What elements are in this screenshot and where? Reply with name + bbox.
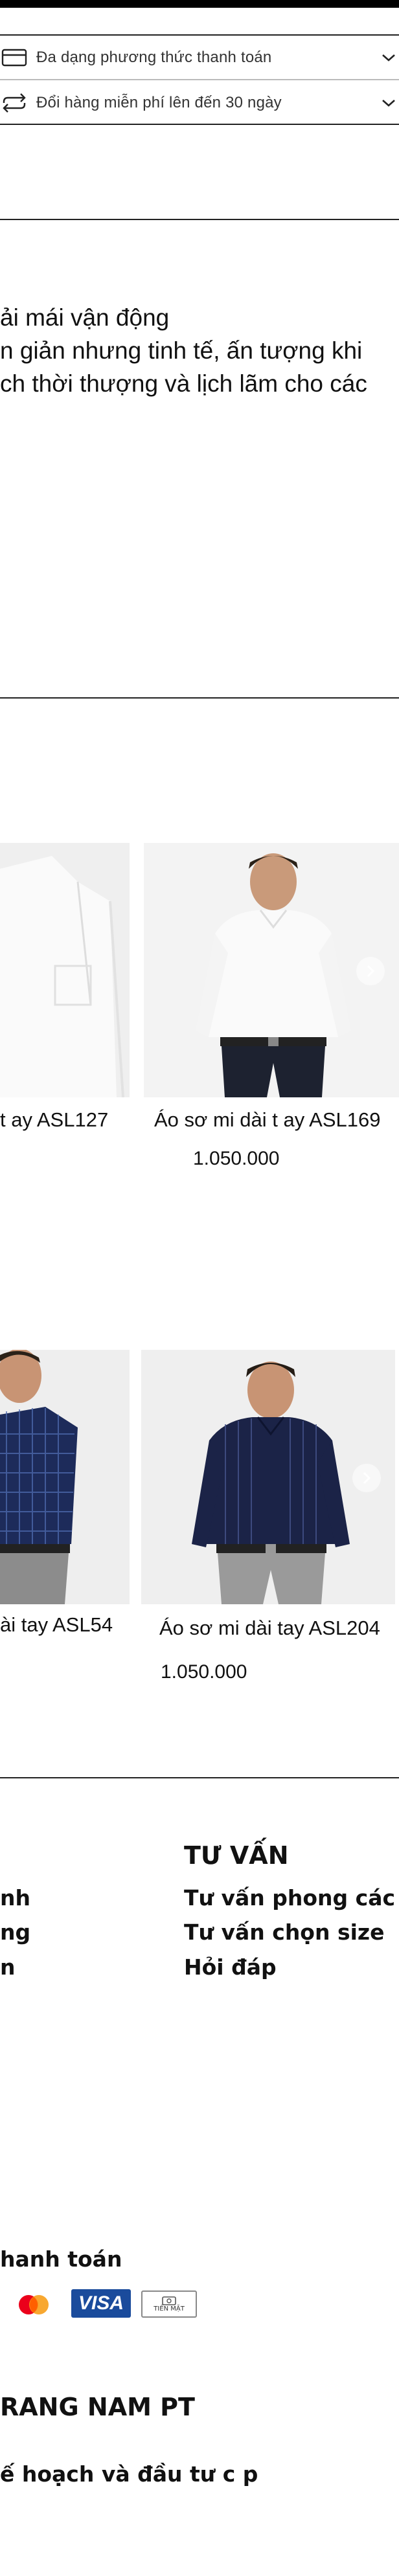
section-divider	[0, 697, 399, 699]
description-line: ch thời thượng và lịch lãm cho các	[0, 370, 367, 397]
product-image[interactable]	[141, 1350, 395, 1604]
footer-payment-heading: hanh toán	[0, 2246, 122, 2272]
chevron-down-icon[interactable]	[380, 49, 398, 67]
footer-link-style-advice[interactable]: Tư vấn phong các	[184, 1885, 395, 1910]
section-divider	[0, 219, 399, 220]
top-bar	[0, 0, 399, 8]
policy-text: Đa dạng phương thức thanh toán	[36, 49, 272, 66]
product-name[interactable]: Áo sơ mi dài tay ASL204	[159, 1617, 380, 1640]
description-line: n giản nhưng tinh tế, ấn tượng khi	[0, 337, 363, 364]
product-name[interactable]: t ay ASL127	[0, 1108, 108, 1132]
footer-link[interactable]: nh	[0, 1885, 30, 1910]
footer-link[interactable]: ng	[0, 1920, 30, 1945]
footer-link-size-advice[interactable]: Tư vấn chọn size	[184, 1920, 385, 1945]
product-name[interactable]: Áo sơ mi dài t ay ASL169	[154, 1108, 380, 1132]
cash-icon: TIỀN MẶT	[141, 2290, 197, 2318]
product-image[interactable]	[144, 843, 399, 1097]
footer-company-heading: RANG NAM PT	[0, 2393, 195, 2421]
exchange-arrows-icon	[0, 90, 28, 116]
product-image[interactable]	[0, 843, 130, 1097]
policy-divider	[0, 79, 399, 80]
policy-item-exchange[interactable]: Đổi hàng miễn phí lên đến 30 ngày	[0, 82, 399, 124]
mastercard-icon	[9, 2292, 58, 2318]
product-price: 1.050.000	[161, 1661, 247, 1683]
product-image[interactable]	[0, 1350, 130, 1604]
chevron-right-icon[interactable]	[352, 1464, 381, 1492]
footer-divider	[0, 1777, 399, 1778]
footer-link-faq[interactable]: Hỏi đáp	[184, 1954, 277, 1980]
policy-text: Đổi hàng miễn phí lên đến 30 ngày	[36, 94, 282, 111]
policy-item-payment[interactable]: Đa dạng phương thức thanh toán	[0, 36, 399, 79]
chevron-right-icon[interactable]	[356, 957, 385, 985]
credit-card-icon	[0, 45, 28, 71]
cash-label: TIỀN MẶT	[154, 2305, 185, 2313]
description-line: ải mái vận động	[0, 304, 170, 331]
footer-company-link[interactable]: ế hoạch và đầu tư c p	[0, 2461, 258, 2487]
product-price: 1.050.000	[193, 1148, 280, 1169]
product-name[interactable]: ài tay ASL54	[0, 1613, 113, 1637]
chevron-down-icon[interactable]	[380, 94, 398, 112]
footer-heading-tu-van: TƯ VẤN	[184, 1841, 289, 1870]
product-description: ải mái vận động n giản nhưng tinh tế, ấn…	[0, 301, 399, 400]
footer-link[interactable]: n	[0, 1954, 16, 1980]
visa-label: VISA	[78, 2292, 124, 2314]
visa-icon: VISA	[71, 2289, 131, 2318]
